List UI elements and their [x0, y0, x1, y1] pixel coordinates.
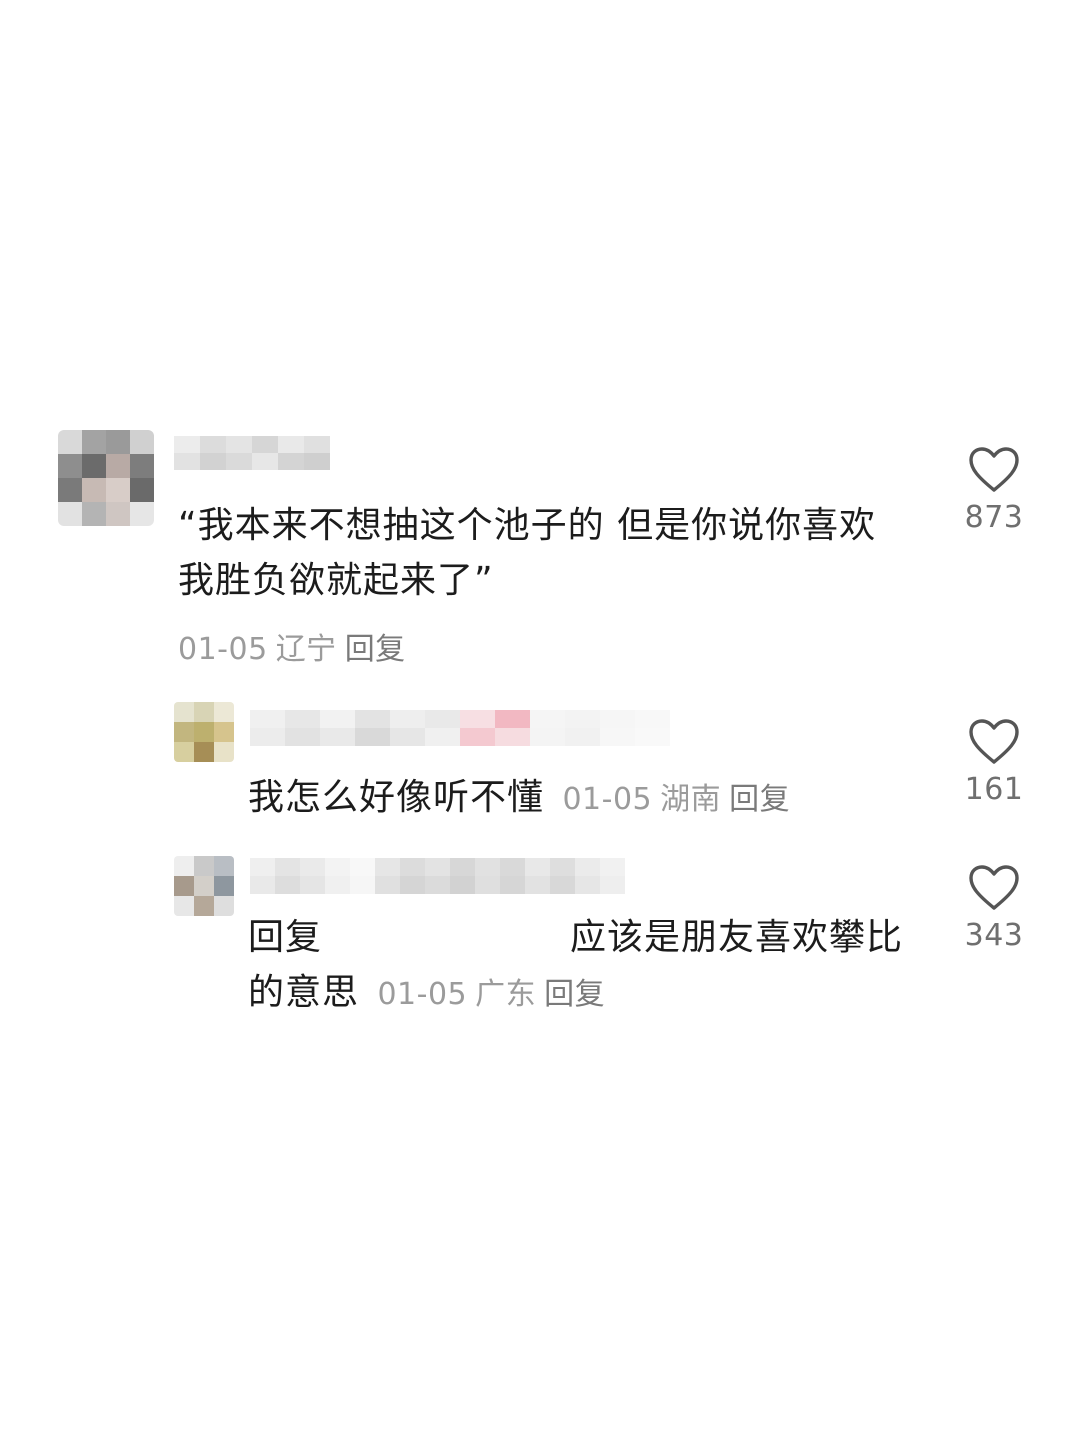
- comment-meta: 01-05 辽宁 回复: [178, 624, 406, 668]
- like-count: 343: [964, 918, 1024, 953]
- comment-region: 广东: [475, 977, 537, 1012]
- comment-body: 我怎么好像听不懂: [248, 777, 545, 818]
- comment-date: 01-05: [562, 782, 653, 817]
- heart-outline-icon: [969, 447, 1019, 492]
- comment-text: 我怎么好像听不懂 01-05 湖南 回复: [248, 770, 928, 827]
- avatar[interactable]: [174, 702, 234, 762]
- comment-body: “我本来不想抽这个池子的 但是你说你喜欢 我胜负欲就起来了”: [178, 505, 877, 601]
- heart-outline-icon: [969, 719, 1019, 764]
- comment-region: 湖南: [660, 782, 722, 817]
- like-button[interactable]: 343: [954, 864, 1034, 953]
- avatar[interactable]: [174, 856, 234, 916]
- heart-outline-icon: [969, 865, 1019, 910]
- username-blurred[interactable]: [174, 436, 330, 470]
- comment-date: 01-05: [178, 632, 268, 667]
- comment-meta: 01-05 湖南 回复: [562, 782, 790, 817]
- username-blurred[interactable]: [250, 710, 670, 746]
- comment-meta: 01-05 广东 回复: [377, 977, 605, 1012]
- like-button[interactable]: 161: [954, 718, 1034, 807]
- comment-body-block: 应该是朋友喜欢攀比的意思 01-05 广东 回复: [248, 910, 928, 1022]
- reply-button[interactable]: 回复: [345, 632, 406, 667]
- comment-text: “我本来不想抽这个池子的 但是你说你喜欢 我胜负欲就起来了”: [178, 498, 923, 608]
- reply-button[interactable]: 回复: [544, 977, 605, 1012]
- like-count: 161: [964, 772, 1024, 807]
- like-button[interactable]: 873: [954, 446, 1034, 535]
- reply-button[interactable]: 回复: [729, 782, 790, 817]
- comment-region: 辽宁: [275, 632, 337, 667]
- username-blurred[interactable]: [250, 858, 625, 894]
- avatar[interactable]: [58, 430, 154, 526]
- comment-date: 01-05: [377, 977, 468, 1012]
- like-count: 873: [964, 500, 1024, 535]
- comment-section: “我本来不想抽这个池子的 但是你说你喜欢 我胜负欲就起来了” 01-05 辽宁 回复…: [0, 0, 1080, 1440]
